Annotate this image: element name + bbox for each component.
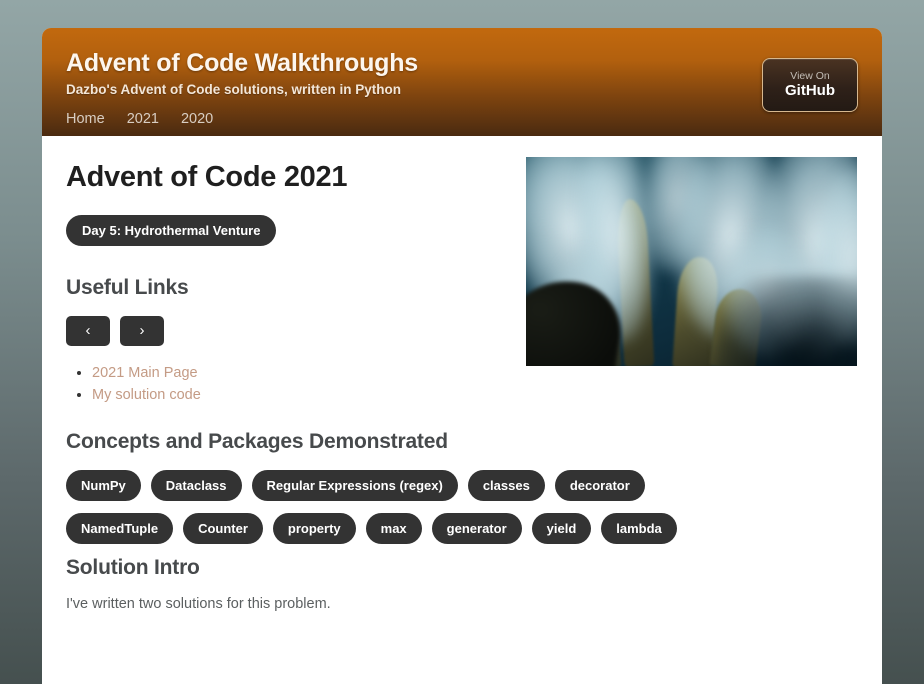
image-deep-shadow <box>717 276 857 366</box>
useful-links-heading: Useful Links <box>66 275 189 299</box>
concepts-heading: Concepts and Packages Demonstrated <box>66 429 448 453</box>
concept-tag-classes[interactable]: classes <box>467 469 545 501</box>
concept-tag-property[interactable]: property <box>272 512 356 544</box>
useful-links-list: 2021 Main Page My solution code <box>92 364 526 404</box>
view-on-github-button[interactable]: View On GitHub <box>762 58 858 112</box>
solution-intro-block: Solution Intro I've written two solution… <box>66 556 526 612</box>
list-item: 2021 Main Page <box>92 364 526 382</box>
day-badge-row: Day 5: Hydrothermal Venture <box>66 214 526 246</box>
day-badge: Day 5: Hydrothermal Venture <box>66 214 277 246</box>
link-my-solution-code[interactable]: My solution code <box>92 387 201 403</box>
concept-tag-regex[interactable]: Regular Expressions (regex) <box>251 469 458 501</box>
next-page-button[interactable]: › <box>120 315 164 346</box>
nav-link-2021[interactable]: 2021 <box>127 111 159 127</box>
previous-page-button[interactable]: ‹ <box>66 315 110 346</box>
github-button-line1: View On <box>790 70 830 83</box>
concept-tag-generator[interactable]: generator <box>431 512 522 544</box>
concept-tag-decorator[interactable]: decorator <box>554 469 645 501</box>
github-button-line2: GitHub <box>785 82 835 100</box>
solution-intro-heading: Solution Intro <box>66 555 200 579</box>
site-title: Advent of Code Walkthroughs <box>66 49 418 77</box>
solution-intro-paragraph: I've written two solutions for this prob… <box>66 595 331 612</box>
site-tagline: Dazbo's Advent of Code solutions, writte… <box>66 81 401 97</box>
link-2021-main-page[interactable]: 2021 Main Page <box>92 365 198 381</box>
nav-link-home[interactable]: Home <box>66 111 105 127</box>
concept-tag-lambda[interactable]: lambda <box>601 512 677 544</box>
site-nav: Home 2021 2020 <box>66 111 882 127</box>
concept-tag-numpy[interactable]: NumPy <box>66 469 141 501</box>
concept-tag-row-2: NamedTuple Counter property max generato… <box>66 512 677 544</box>
concept-tag-counter[interactable]: Counter <box>183 512 263 544</box>
nav-link-2020[interactable]: 2020 <box>181 111 213 127</box>
page-title: Advent of Code 2021 <box>66 161 348 193</box>
concept-tag-yield[interactable]: yield <box>531 512 592 544</box>
concept-tag-dataclass[interactable]: Dataclass <box>150 469 242 501</box>
main-content: Advent of Code 2021 Day 5: Hydrothermal … <box>42 136 882 612</box>
site-header: Advent of Code Walkthroughs Dazbo's Adve… <box>42 28 882 136</box>
concept-tag-row-1: NumPy Dataclass Regular Expressions (reg… <box>66 469 645 501</box>
pager-controls: ‹ › <box>66 315 526 346</box>
concept-tag-namedtuple[interactable]: NamedTuple <box>66 512 174 544</box>
concept-tag-max[interactable]: max <box>365 512 422 544</box>
list-item: My solution code <box>92 386 526 404</box>
left-column: Advent of Code 2021 Day 5: Hydrothermal … <box>66 160 677 612</box>
page-card: Advent of Code Walkthroughs Dazbo's Adve… <box>42 28 882 684</box>
hydrothermal-vent-image <box>526 157 857 366</box>
